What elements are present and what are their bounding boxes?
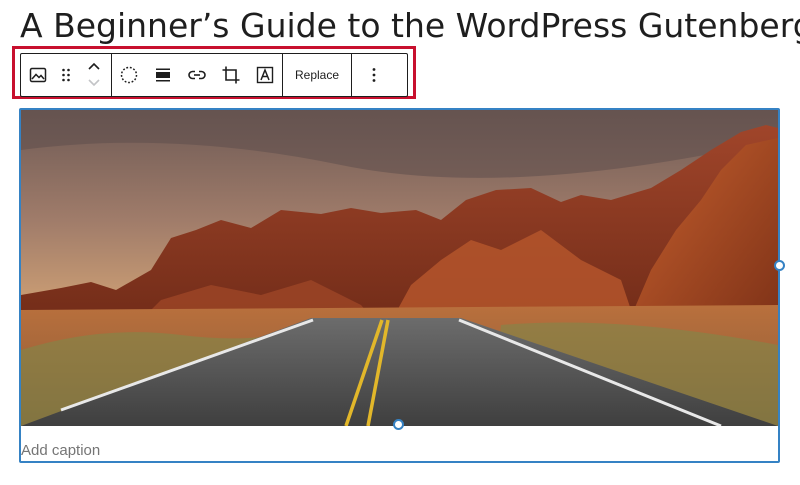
block-type-button[interactable] bbox=[21, 54, 55, 96]
text-overlay-button[interactable] bbox=[248, 54, 282, 96]
post-title[interactable]: A Beginner’s Guide to the WordPress Gute… bbox=[20, 4, 800, 48]
duotone-filter-icon bbox=[119, 65, 139, 85]
block-image[interactable] bbox=[21, 110, 778, 426]
link-button[interactable] bbox=[180, 54, 214, 96]
resize-handle-right[interactable] bbox=[774, 260, 785, 271]
desert-road-image bbox=[21, 110, 778, 426]
replace-button[interactable]: Replace bbox=[283, 54, 351, 96]
block-toolbar-group-parent bbox=[21, 54, 112, 96]
move-up-button[interactable] bbox=[82, 59, 106, 75]
block-toolbar-group-replace: Replace bbox=[283, 54, 353, 96]
align-button[interactable] bbox=[146, 54, 180, 96]
link-icon bbox=[187, 68, 207, 82]
block-toolbar-group-options bbox=[352, 54, 396, 96]
duotone-button[interactable] bbox=[112, 54, 146, 96]
text-overlay-icon bbox=[256, 66, 274, 84]
chevron-down-icon bbox=[87, 74, 101, 92]
drag-handle-button[interactable] bbox=[55, 54, 77, 96]
image-block[interactable]: Add caption bbox=[19, 108, 780, 463]
image-icon bbox=[29, 66, 47, 84]
crop-button[interactable] bbox=[214, 54, 248, 96]
more-vertical-icon bbox=[371, 67, 377, 83]
image-caption[interactable]: Add caption bbox=[21, 442, 100, 459]
block-mover bbox=[77, 54, 111, 96]
crop-icon bbox=[221, 65, 241, 85]
block-options-button[interactable] bbox=[352, 54, 396, 96]
move-down-button[interactable] bbox=[82, 75, 106, 91]
block-toolbar-group-tools bbox=[112, 54, 283, 96]
resize-handle-bottom[interactable] bbox=[393, 419, 404, 430]
align-wide-icon bbox=[155, 67, 171, 83]
drag-handle-icon bbox=[61, 67, 71, 83]
block-toolbar: Replace bbox=[20, 53, 408, 97]
